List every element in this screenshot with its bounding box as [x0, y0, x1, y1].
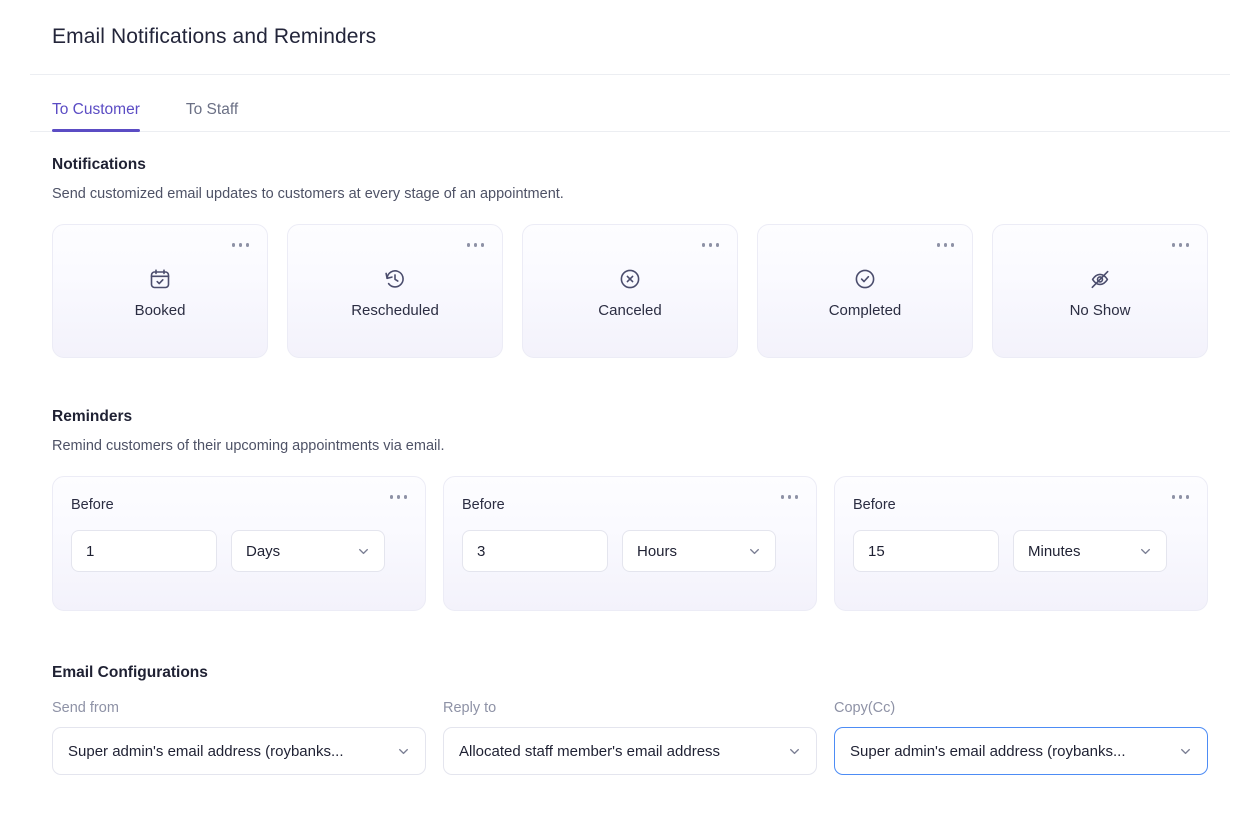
reply-to-value: Allocated staff member's email address: [459, 742, 721, 760]
email-configurations-section: Email Configurations Send from Super adm…: [0, 611, 1260, 775]
notification-card-label: No Show: [1069, 302, 1131, 319]
chevron-down-icon: [790, 748, 799, 754]
chevron-down-icon: [399, 748, 408, 754]
reminder-label: Before: [71, 497, 114, 513]
copy-cc-value: Super admin's email address (roybanks...: [850, 742, 1126, 760]
x-circle-icon: [620, 269, 640, 289]
more-options-icon[interactable]: [1171, 243, 1189, 247]
config-label: Reply to: [443, 700, 497, 716]
notifications-section: Notifications Send customized email upda…: [0, 132, 1260, 358]
more-options-icon[interactable]: [466, 243, 484, 247]
reminders-heading: Reminders: [52, 408, 133, 425]
notification-card-label: Booked: [134, 302, 186, 319]
chevron-down-icon: [750, 548, 759, 554]
chevron-down-icon: [1181, 748, 1190, 754]
reminder-label: Before: [853, 497, 896, 513]
config-label: Copy(Cc): [834, 700, 896, 716]
chevron-down-icon: [359, 548, 368, 554]
reminder-unit-select[interactable]: Hours: [622, 530, 776, 572]
page-title: Email Notifications and Reminders: [52, 25, 377, 48]
notifications-description: Send customized email updates to custome…: [52, 186, 564, 202]
notification-card-label: Canceled: [598, 302, 662, 319]
email-configuration-fields: Send from Super admin's email address (r…: [52, 700, 1208, 775]
reminder-value-input[interactable]: [462, 530, 608, 572]
clock-history-icon: [385, 270, 404, 288]
config-field-reply-to: Reply to Allocated staff member's email …: [443, 700, 817, 775]
more-options-icon[interactable]: [231, 243, 249, 247]
copy-cc-select[interactable]: Super admin's email address (roybanks...: [834, 727, 1208, 775]
reply-to-select[interactable]: Allocated staff member's email address: [443, 727, 817, 775]
reminder-cards: Before Days Before Hours: [52, 476, 1208, 611]
reminder-card-2: Before Hours: [443, 476, 817, 611]
reminders-section: Reminders Remind customers of their upco…: [0, 358, 1260, 611]
reminder-unit-value: Hours: [637, 542, 678, 560]
reminder-card-1: Before Days: [52, 476, 426, 611]
email-notifications-page: Email Notifications and Reminders To Cus…: [0, 0, 1260, 820]
reminder-controls: Days: [71, 530, 407, 572]
reminder-label: Before: [462, 497, 505, 513]
notifications-heading: Notifications: [52, 156, 146, 173]
chevron-down-icon: [1141, 548, 1150, 554]
notification-card-booked[interactable]: Booked: [52, 224, 268, 358]
reminder-unit-select[interactable]: Days: [231, 530, 385, 572]
config-field-send-from: Send from Super admin's email address (r…: [52, 700, 426, 775]
tab-bar: To Customer To Staff: [0, 75, 1260, 132]
reminders-description: Remind customers of their upcoming appoi…: [52, 438, 445, 454]
more-options-icon[interactable]: [1171, 495, 1189, 499]
more-options-icon[interactable]: [701, 243, 719, 247]
calendar-check-icon: [150, 269, 170, 289]
notification-card-canceled[interactable]: Canceled: [522, 224, 738, 358]
notification-card-no-show[interactable]: No Show: [992, 224, 1208, 358]
reminder-unit-value: Minutes: [1028, 542, 1081, 560]
tab-to-customer[interactable]: To Customer: [52, 101, 140, 132]
send-from-select[interactable]: Super admin's email address (roybanks...: [52, 727, 426, 775]
notification-card-label: Completed: [828, 302, 902, 319]
more-options-icon[interactable]: [936, 243, 954, 247]
notification-card-rescheduled[interactable]: Rescheduled: [287, 224, 503, 358]
notification-card-completed[interactable]: Completed: [757, 224, 973, 358]
tab-to-staff[interactable]: To Staff: [186, 101, 238, 131]
config-field-copy-cc: Copy(Cc) Super admin's email address (ro…: [834, 700, 1208, 775]
more-options-icon[interactable]: [780, 495, 798, 499]
reminder-value-input[interactable]: [853, 530, 999, 572]
reminder-unit-select[interactable]: Minutes: [1013, 530, 1167, 572]
email-configurations-heading: Email Configurations: [52, 664, 208, 681]
reminder-card-3: Before Minutes: [834, 476, 1208, 611]
notification-cards: Booked Rescheduled Canceled Completed No…: [52, 224, 1208, 358]
page-header: Email Notifications and Reminders: [0, 0, 1260, 74]
config-label: Send from: [52, 700, 119, 716]
reminder-controls: Hours: [462, 530, 798, 572]
more-options-icon[interactable]: [389, 495, 407, 499]
reminder-controls: Minutes: [853, 530, 1189, 572]
eye-off-icon: [1091, 270, 1109, 289]
reminder-value-input[interactable]: [71, 530, 217, 572]
reminder-unit-value: Days: [246, 542, 281, 560]
send-from-value: Super admin's email address (roybanks...: [68, 742, 344, 760]
check-circle-icon: [855, 269, 875, 289]
notification-card-label: Rescheduled: [351, 302, 439, 319]
